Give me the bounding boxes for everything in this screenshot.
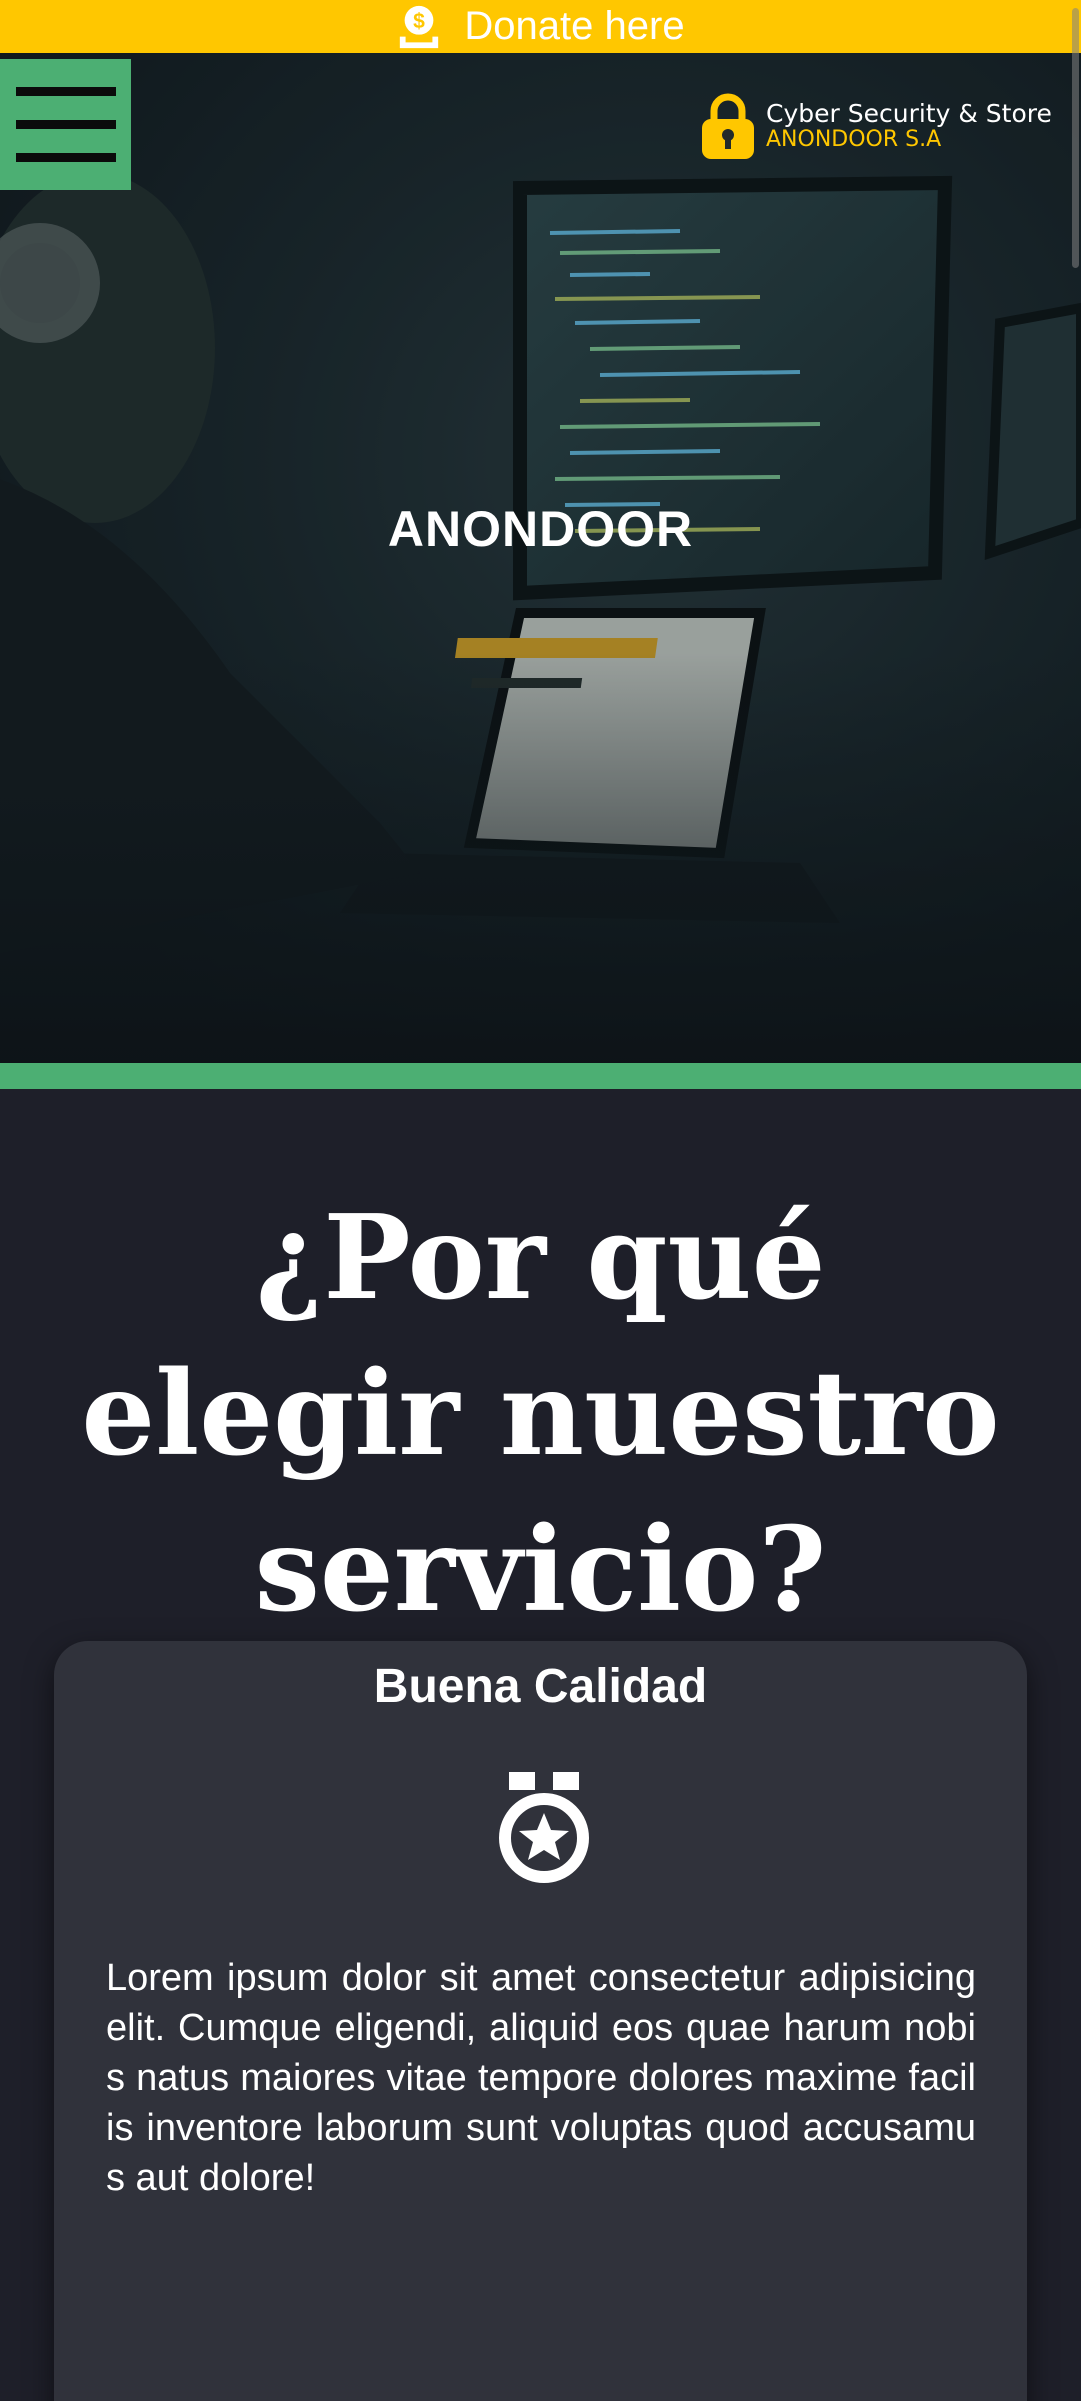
donate-label: Donate here bbox=[464, 4, 685, 48]
hamburger-menu-icon-bar bbox=[15, 153, 116, 162]
hero-title: ANONDOOR bbox=[387, 501, 694, 557]
padlock-icon bbox=[702, 93, 754, 159]
medal-star-icon bbox=[499, 1772, 589, 1883]
scrollbar-thumb[interactable] bbox=[1072, 8, 1079, 268]
feature-card-quality: Buena Calidad Lorem ipsum dolor sit amet… bbox=[54, 1641, 1027, 2401]
hamburger-menu-icon bbox=[15, 87, 116, 96]
hamburger-menu-button[interactable] bbox=[0, 59, 131, 190]
page: $ Donate here Cyber Security & Store ANO… bbox=[0, 0, 1081, 2401]
feature-card-title: Buena Calidad bbox=[373, 1660, 708, 1713]
why-section-title: ¿Por qué elegir nuestro servicio? bbox=[81, 1190, 1000, 1638]
feature-card-description: Lorem ipsum dolor sit amet consectetur a… bbox=[106, 1957, 976, 2199]
hero-background-image bbox=[0, 53, 1081, 1063]
hamburger-menu-icon-bar bbox=[15, 120, 116, 129]
hero-section: Cyber Security & Store ANONDOOR S.A ANON… bbox=[0, 53, 1081, 1063]
section-divider bbox=[0, 1063, 1081, 1089]
donate-money-icon: $ bbox=[400, 5, 439, 48]
logo-company-name: ANONDOOR S.A bbox=[766, 126, 942, 152]
scrollbar[interactable] bbox=[1069, 0, 1081, 2401]
site-logo[interactable]: Cyber Security & Store ANONDOOR S.A bbox=[700, 91, 1052, 161]
svg-text:$: $ bbox=[414, 9, 426, 32]
donate-link[interactable]: $ Donate here bbox=[0, 0, 1081, 53]
logo-tagline: Cyber Security & Store bbox=[766, 99, 1052, 129]
